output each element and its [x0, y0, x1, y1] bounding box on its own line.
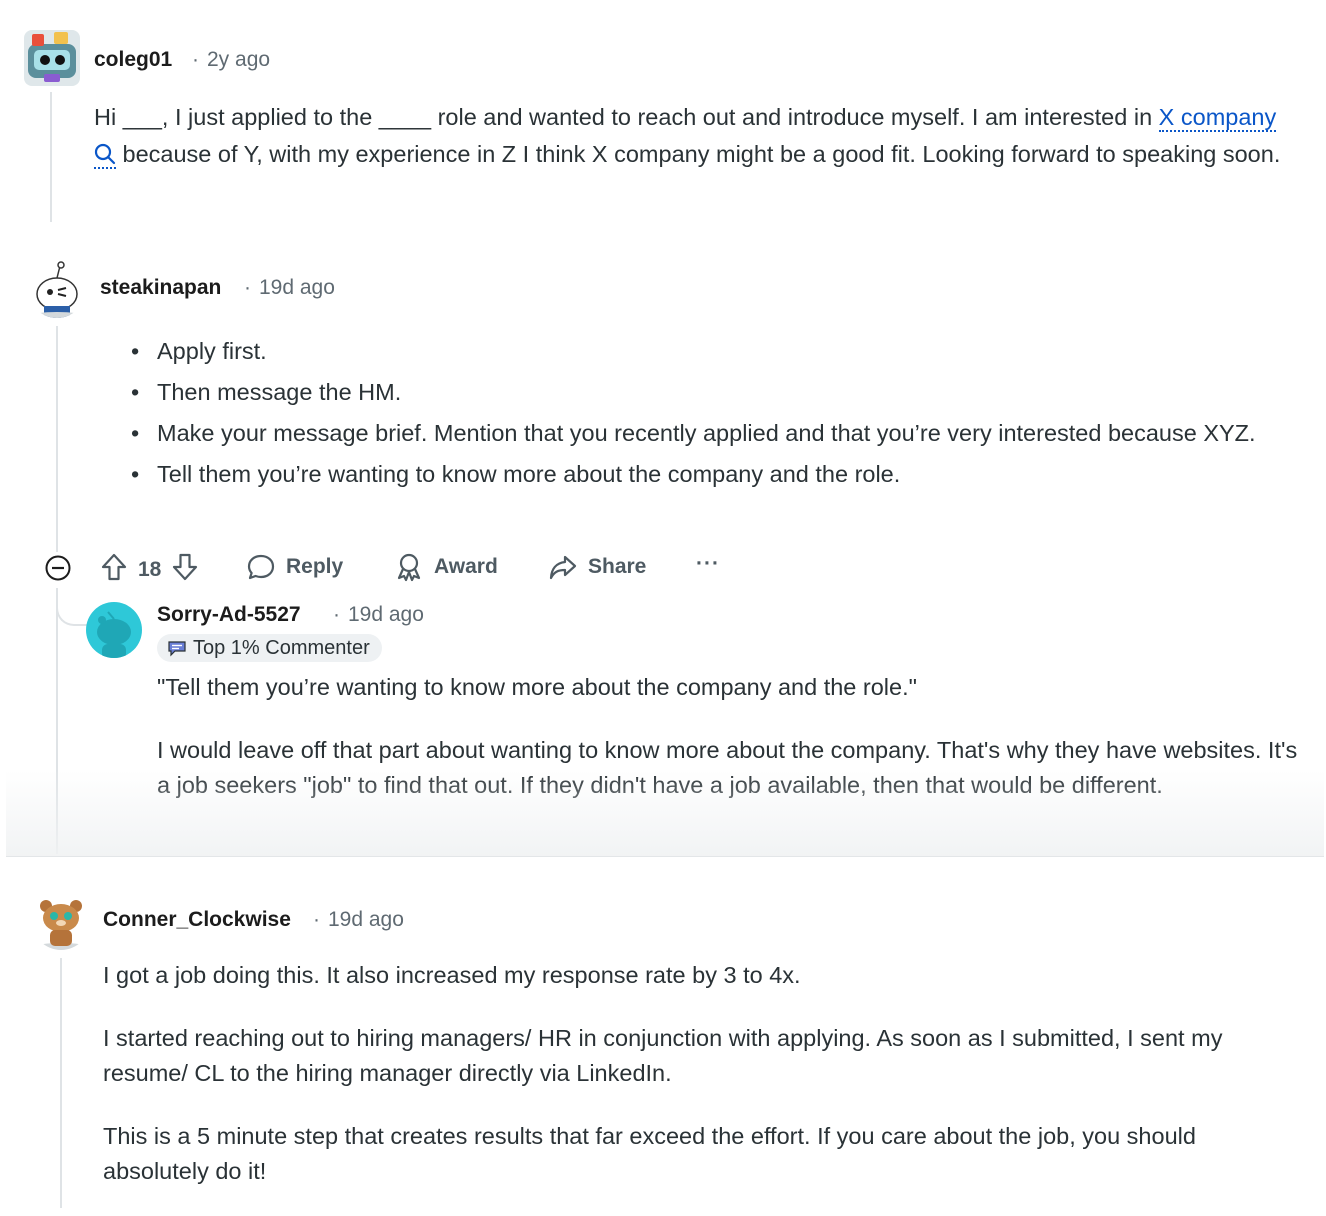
list-item-text: Tell them you’re wanting to know more ab… — [157, 461, 901, 487]
vote-count: 18 — [138, 558, 162, 581]
comment-age-text: 19d ago — [259, 276, 335, 299]
comment-body: Hi ___, I just applied to the ____ role … — [94, 99, 1304, 175]
comment-age: · 2y ago — [192, 48, 271, 71]
vote-controls: 18 — [100, 552, 199, 588]
list-item: Tell them you’re wanting to know more ab… — [131, 457, 1306, 492]
search-link-text: X company — [1158, 104, 1277, 130]
avatar[interactable] — [28, 260, 86, 318]
reply-connector — [56, 588, 88, 626]
comment-age-text: 2y ago — [207, 48, 271, 71]
comment-age: · 19d ago — [313, 908, 404, 931]
comment-body: I got a job doing this. It also increase… — [103, 958, 1308, 1189]
bear-snoo-avatar-icon — [35, 900, 87, 950]
thread-line[interactable] — [50, 92, 52, 222]
collapse-icon — [45, 555, 71, 581]
share-label: Share — [588, 555, 647, 578]
list-item-text: Apply first. — [157, 338, 267, 364]
comment-text: because of Y, with my experience in Z I … — [116, 140, 1281, 167]
comment-body: Apply first. Then message the HM. Make y… — [131, 334, 1306, 498]
avatar[interactable] — [86, 602, 142, 658]
more-options-icon: ··· — [696, 552, 720, 575]
bullet-list: Apply first. Then message the HM. Make y… — [131, 334, 1306, 492]
snoo-avatar-icon — [31, 261, 83, 318]
upvote-icon — [101, 553, 127, 581]
comment-bubble-icon — [247, 554, 275, 580]
comment-author[interactable]: steakinapan — [100, 276, 221, 300]
commenter-badge-icon — [168, 641, 186, 657]
comment-author[interactable]: Sorry-Ad-5527 — [157, 603, 301, 627]
snoo-avatar-icon — [97, 611, 131, 658]
collapse-button[interactable] — [44, 554, 72, 582]
badge-label: Top 1% Commenter — [193, 636, 370, 659]
comment-age: · 19d ago — [333, 603, 424, 626]
list-item: Then message the HM. — [131, 375, 1306, 410]
comment-paragraph: I got a job doing this. It also increase… — [103, 962, 801, 988]
thread-line[interactable] — [56, 326, 58, 552]
comment-paragraph: "Tell them you’re wanting to know more a… — [157, 674, 917, 700]
reply-label: Reply — [286, 555, 344, 578]
comment-age-text: 19d ago — [348, 603, 424, 626]
reply-button[interactable]: Reply — [246, 552, 343, 582]
comment-author[interactable]: coleg01 — [94, 48, 172, 72]
share-button[interactable]: Share — [548, 552, 646, 582]
award-icon — [397, 553, 421, 582]
list-item-text: Make your message brief. Mention that yo… — [157, 420, 1256, 446]
status-badge: Top 1% Commenter — [157, 634, 382, 662]
award-button[interactable]: Award — [394, 552, 498, 582]
award-label: Award — [434, 555, 498, 578]
share-icon — [549, 555, 577, 580]
comment-paragraph: This is a 5 minute step that creates res… — [103, 1123, 1196, 1184]
list-item: Apply first. — [131, 334, 1306, 369]
collapsed-fade — [6, 770, 1324, 857]
comment-age-text: 19d ago — [328, 908, 404, 931]
avatar[interactable] — [32, 892, 90, 950]
list-item: Make your message brief. Mention that yo… — [131, 416, 1306, 451]
comment-author[interactable]: Conner_Clockwise — [103, 908, 291, 932]
avatar[interactable] — [24, 30, 80, 86]
upvote-button[interactable] — [100, 552, 128, 588]
comment-age: · 19d ago — [244, 276, 335, 299]
thread-line[interactable] — [60, 958, 62, 1208]
downvote-icon — [173, 553, 198, 581]
downvote-button[interactable] — [171, 552, 199, 588]
robot-avatar-icon — [28, 32, 76, 82]
list-item-text: Then message the HM. — [157, 379, 402, 405]
comment-text: Hi ___, I just applied to the ____ role … — [94, 104, 1159, 130]
comment-paragraph: I started reaching out to hiring manager… — [103, 1025, 1223, 1086]
more-options-button[interactable]: ··· — [696, 552, 720, 576]
search-icon — [94, 139, 116, 176]
